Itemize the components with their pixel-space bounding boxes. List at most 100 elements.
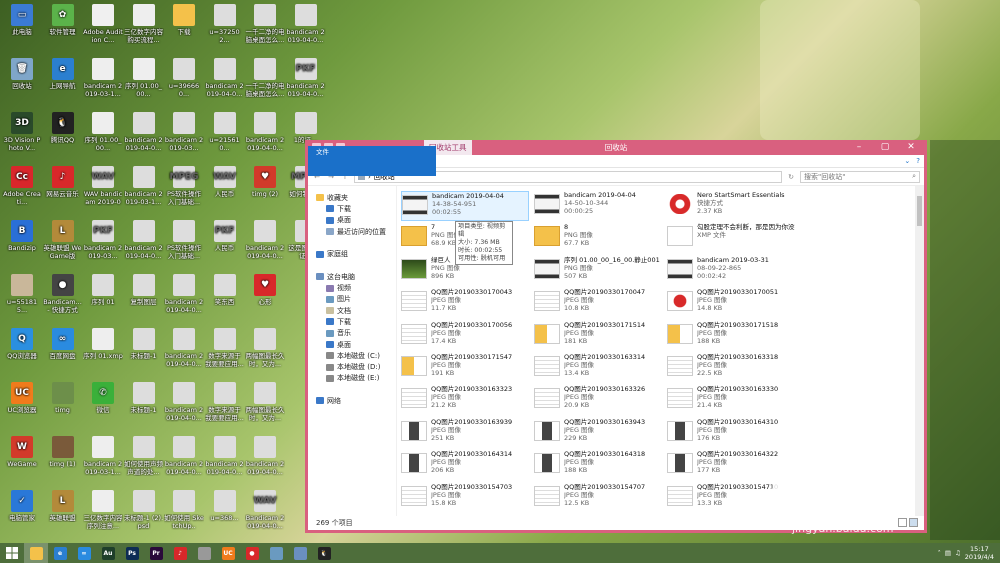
desktop-icon[interactable]: 数字来源于 我要要应用... xyxy=(205,382,245,422)
maximize-icon[interactable]: ▢ xyxy=(872,140,898,155)
taskbar-audition[interactable]: Au xyxy=(96,543,120,563)
file-item[interactable]: QQ图片20190330163318 JPEG 图像 22.5 KB xyxy=(667,353,795,383)
desktop-icon[interactable]: PKF bandicam 2019-03... xyxy=(83,220,123,260)
desktop-icon[interactable]: bandicam 2019-04-0... xyxy=(245,436,285,476)
desktop-icon[interactable]: Adobe Audition C... xyxy=(83,4,123,44)
file-item[interactable]: QQ图片20190330170043 JPEG 图像 11.7 KB xyxy=(401,288,529,318)
desktop-icon[interactable]: bandicam 2019-04-0... xyxy=(205,436,245,476)
desktop-icon[interactable]: bandicam 2019-03-1... xyxy=(83,58,123,98)
desktop-icon[interactable]: PKF 人民币 xyxy=(205,220,245,252)
desktop-icon[interactable]: 🗑 回收站 xyxy=(2,58,42,90)
nav-item[interactable]: 音乐 xyxy=(308,328,396,339)
desktop-icon[interactable]: bandicam 2019-04-0... xyxy=(164,436,204,476)
desktop-icon[interactable]: u=215610... xyxy=(205,112,245,152)
desktop-icon[interactable]: Cc Adobe Creati... xyxy=(2,166,42,206)
nav-item[interactable]: 家庭组 xyxy=(308,248,396,259)
file-item[interactable]: QQ图片20190330170056 JPEG 图像 17.4 KB xyxy=(401,321,529,351)
close-icon[interactable]: ✕ xyxy=(898,140,924,155)
tab-file[interactable]: 文件 xyxy=(308,146,436,176)
file-item[interactable]: QQ图片20190330171514 JPEG 图像 181 KB xyxy=(534,321,662,351)
desktop-icon[interactable]: 如何使用声频 声道的处... xyxy=(124,436,164,476)
chevron-down-icon[interactable]: ⌄ xyxy=(904,157,910,165)
nav-item[interactable]: 网络 xyxy=(308,395,396,406)
nav-item[interactable]: 收藏夹 xyxy=(308,192,396,203)
taskbar-uc[interactable]: UC xyxy=(216,543,240,563)
desktop-icon[interactable]: L 英雄联盟 WeGame版 xyxy=(43,220,83,260)
file-item[interactable]: bandicam 2019-04-04 14-50-10-344 00:00:25 xyxy=(534,191,662,221)
file-item[interactable]: QQ图片20190330171518 JPEG 图像 188 KB xyxy=(667,321,795,351)
desktop-icon[interactable]: bandicam 2019-04-0... xyxy=(164,328,204,368)
desktop-icon[interactable]: PS软件操作入门基础... xyxy=(164,220,204,260)
desktop-icon[interactable]: 序列 01.00_00... xyxy=(83,112,123,152)
desktop-icon[interactable]: u=396660... xyxy=(164,58,204,98)
taskbar-paint[interactable] xyxy=(264,543,288,563)
desktop-icon[interactable]: 序列 01.xmp xyxy=(83,328,123,360)
refresh-icon[interactable]: ↻ xyxy=(786,173,796,181)
file-item[interactable]: QQ图片20190330164318 JPEG 图像 188 KB xyxy=(534,450,662,480)
desktop-icon[interactable]: L 英雄联盟 xyxy=(43,490,83,522)
taskbar-qq[interactable]: 🐧 xyxy=(312,543,336,563)
desktop-icon[interactable]: bandicam 2019-04-0... xyxy=(245,220,285,260)
desktop-icon[interactable]: 下载 xyxy=(164,4,204,36)
desktop-icon[interactable]: 未标题-1 xyxy=(124,382,164,414)
desktop-icon[interactable]: 三亿数字内容 购买流程... xyxy=(124,4,164,44)
desktop-icon[interactable]: 笑东西 xyxy=(205,274,245,306)
taskbar-explorer[interactable] xyxy=(24,543,48,563)
desktop-icon[interactable]: ♪ 网易云音乐 xyxy=(43,166,83,198)
desktop-icon[interactable]: bandicam 2019-03-1... xyxy=(83,436,123,476)
desktop-icon[interactable]: e 上网导航 xyxy=(43,58,83,90)
nav-item[interactable]: 本地磁盘 (E:) xyxy=(308,373,396,384)
desktop-icon[interactable]: 🐧 腾讯QQ xyxy=(43,112,83,144)
desktop-icon[interactable]: bandicam 2019-03... xyxy=(164,112,204,152)
file-item[interactable]: QQ图片20190330164310 JPEG 图像 176 KB xyxy=(667,418,795,448)
file-item[interactable]: QQ图片20190330171547 JPEG 图像 191 KB xyxy=(401,353,529,383)
desktop-icon[interactable]: W WeGame xyxy=(2,436,42,468)
desktop-icon[interactable]: bandicam 2019-04-0... xyxy=(205,58,245,98)
clock[interactable]: 15:17 2019/4/4 xyxy=(965,545,994,561)
desktop-icon[interactable]: bandicam 2019-03-1... xyxy=(124,166,164,206)
desktop-icon[interactable]: bandicam 2019-04-0... xyxy=(245,112,285,152)
file-item[interactable]: QQ图片20190330163326 JPEG 图像 20.9 KB xyxy=(534,385,662,415)
file-item[interactable]: QQ图片20190330163943 JPEG 图像 229 KB xyxy=(534,418,662,448)
desktop-icon[interactable]: 数字来源于 我要要应用... xyxy=(205,328,245,368)
vertical-scrollbar[interactable] xyxy=(915,186,924,516)
help-icon[interactable]: ? xyxy=(916,157,920,165)
desktop-icon[interactable]: WAV WAV bandicam 2019-03... xyxy=(83,166,123,206)
desktop-icon[interactable]: bandicam 2019-04-0... xyxy=(124,220,164,260)
file-item[interactable]: QQ图片20190330170051 JPEG 图像 14.8 KB xyxy=(667,288,795,318)
details-view-icon[interactable] xyxy=(898,518,907,527)
taskbar-recycle[interactable] xyxy=(192,543,216,563)
volume-icon[interactable]: ♫ xyxy=(955,549,961,557)
nav-item[interactable]: 最近访问的位置 xyxy=(308,226,396,237)
search-input[interactable]: 搜索"回收站" ⌕ xyxy=(800,170,920,183)
desktop-icon[interactable]: bandicam 2019-04-0... xyxy=(164,382,204,422)
file-item[interactable]: QQ图片20190330163330 JPEG 图像 21.4 KB xyxy=(667,385,795,415)
desktop-icon[interactable]: u=368... xyxy=(205,490,245,522)
desktop-icon[interactable]: WAV 人民币 xyxy=(205,166,245,198)
desktop-icon[interactable]: 序列 01.00_00... xyxy=(124,58,164,98)
desktop-icon[interactable]: u=372502... xyxy=(205,4,245,44)
file-item[interactable]: Nero StartSmart Essentials 快捷方式 2.37 KB xyxy=(667,191,795,221)
scrollbar-thumb[interactable] xyxy=(917,196,922,226)
desktop-icon[interactable]: Q QQ浏览器 xyxy=(2,328,42,360)
desktop-icon[interactable]: B Bandizip xyxy=(2,220,42,252)
file-item[interactable]: 勾股定理不会利断，那是因为你没有找对方法，这个方法面试官网...XMP 文件 xyxy=(667,223,795,253)
nav-item[interactable]: 这台电脑 xyxy=(308,271,396,282)
network-icon[interactable]: ▤ xyxy=(945,549,951,557)
desktop-icon[interactable]: 序列 01 xyxy=(83,274,123,306)
desktop-icon[interactable]: u=551815... xyxy=(2,274,42,314)
nav-item[interactable]: 下载 xyxy=(308,316,396,327)
desktop-icon[interactable]: 未标题-1 (2).psd xyxy=(124,490,164,530)
desktop-icon[interactable]: 如何使用 SketchUp.. xyxy=(164,490,204,530)
desktop-icon[interactable]: ✓ 电脑管家 xyxy=(2,490,42,522)
desktop-icon[interactable]: ▭ 此电脑 xyxy=(2,4,42,36)
taskbar-baidu-netdisk[interactable]: ∞ xyxy=(72,543,96,563)
file-item[interactable]: QQ图片20190330154703 JPEG 图像 15.8 KB xyxy=(401,483,529,513)
desktop-icon[interactable]: UC UC浏览器 xyxy=(2,382,42,414)
file-item[interactable]: QQ图片20190330170047 JPEG 图像 10.8 KB xyxy=(534,288,662,318)
file-item[interactable]: QQ图片20190330154707 JPEG 图像 12.5 KB xyxy=(534,483,662,513)
file-item[interactable]: 8 PNG 图像 67.7 KB xyxy=(534,223,662,253)
file-item[interactable]: bandicam 2019-04-04 14-38-54-951 00:02:55 xyxy=(401,191,529,221)
desktop-icon[interactable]: ∞ 百度网盘 xyxy=(43,328,83,360)
desktop-icon[interactable]: ♥ 心形 xyxy=(245,274,285,306)
